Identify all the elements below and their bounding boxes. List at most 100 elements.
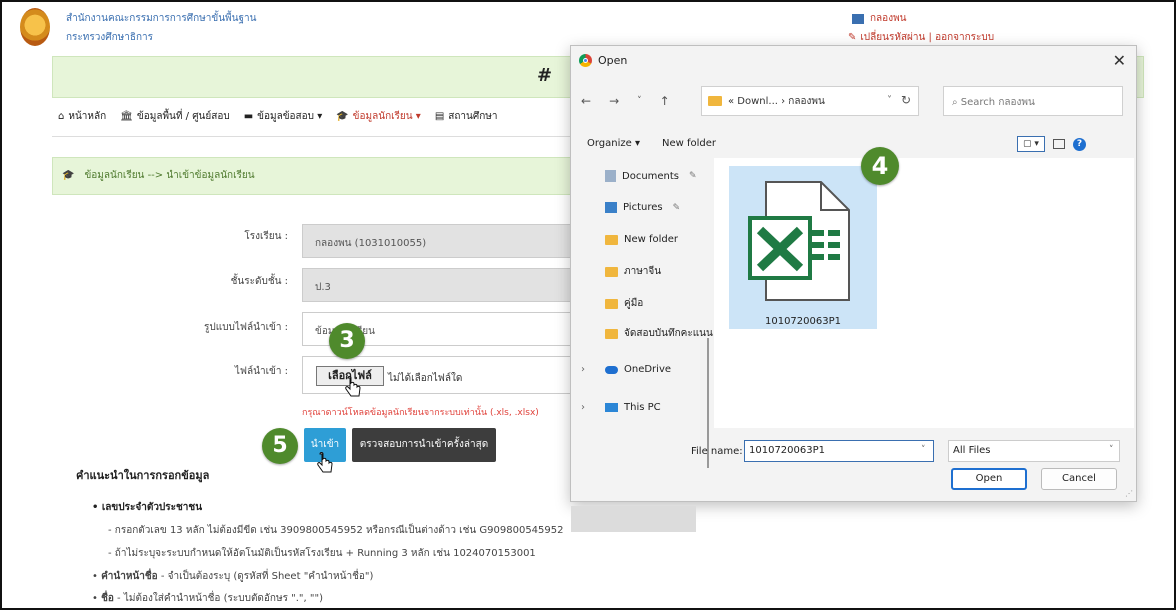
view-controls: ▢ ▾ ?	[1017, 136, 1086, 152]
file-label: ไฟล์นำเข้า :	[234, 366, 288, 377]
tree-item-manual[interactable]: คู่มือ	[605, 296, 643, 311]
pin-icon: ✎	[672, 202, 681, 213]
forward-arrow-icon[interactable]: →	[609, 94, 619, 108]
nav-divider	[52, 136, 572, 137]
organize-menu[interactable]: Organize ▾	[587, 138, 640, 149]
note-bullet-2: • คำนำหน้าชื่อ - จำเป็นต้องระบุ (ดูรหัสท…	[92, 571, 374, 582]
hand-cursor-icon	[317, 452, 333, 473]
tree-item-exam-score[interactable]: จัดสอบบันทึกคะแนน 6	[605, 326, 722, 341]
check-last-import-button[interactable]: ตรวจสอบการนำเข้าครั้งล่าสุด	[352, 428, 496, 462]
dialog-title: Open	[598, 54, 628, 67]
ministry-logo	[20, 8, 50, 46]
tree-selection-highlight	[571, 506, 696, 532]
help-icon[interactable]: ?	[1073, 137, 1086, 151]
nav-item-students[interactable]: 🎓 ข้อมูลนักเรียน ▾	[336, 109, 421, 124]
school-field: กลองพน (1031010055)	[302, 224, 592, 258]
excel-file-icon	[748, 181, 850, 301]
dialog-titlebar: Open	[579, 54, 627, 67]
filename-label: File name:	[691, 446, 743, 457]
folder-icon	[605, 328, 618, 339]
org-name-line2: กระทรวงศึกษาธิการ	[66, 32, 154, 43]
dialog-toolbar: Organize ▾ New folder	[587, 138, 716, 149]
chrome-icon	[579, 54, 592, 67]
address-bar[interactable]: « Downl... › กลองพน ˅ ↻	[701, 86, 919, 116]
chevron-down-icon[interactable]: ˅	[887, 95, 892, 106]
no-file-text: ไม่ได้เลือกไฟล์ใด	[388, 373, 463, 384]
computer-icon	[605, 403, 618, 412]
tree-item-new-folder[interactable]: New folder	[605, 234, 678, 245]
hand-cursor-icon	[345, 376, 361, 397]
step-4-badge: 4	[861, 147, 899, 185]
note-bullet-1: • เลขประจำตัวประชาชน	[92, 502, 203, 513]
open-file-dialog: Open ✕ ← → ˅ ↑ « Downl... › กลองพน ˅ ↻ ⌕…	[570, 45, 1137, 532]
notes-title: คำแนะนำในการกรอกข้อมูล	[76, 469, 210, 482]
back-arrow-icon[interactable]: ←	[581, 94, 591, 108]
user-card-icon	[852, 13, 864, 24]
main-nav: ⌂ หน้าหลัก 🏛 ข้อมูลพื้นที่ / ศูนย์สอบ ▬ ข้อ…	[58, 109, 497, 124]
address-text: « Downl... › กลองพน	[728, 95, 825, 107]
user-name[interactable]: กลองพน	[870, 11, 907, 26]
cancel-button[interactable]: Cancel	[1041, 468, 1117, 490]
pictures-icon	[605, 202, 617, 213]
home-icon: ⌂	[58, 111, 65, 122]
file-list-pane: 1010720063P1	[714, 158, 1134, 428]
chevron-down-icon[interactable]: ˅	[921, 445, 926, 455]
file-tile-name: 1010720063P1	[764, 316, 841, 327]
nav-item-exam[interactable]: ▬ ข้อมูลข้อสอบ ▾	[244, 109, 323, 124]
page-title: #	[537, 65, 553, 86]
open-button[interactable]: Open	[951, 468, 1027, 490]
user-links-text[interactable]: เปลี่ยนรหัสผ่าน | ออกจากระบบ	[860, 30, 994, 45]
user-links: ✎ เปลี่ยนรหัสผ่าน | ออกจากระบบ	[848, 30, 994, 45]
nav-item-schools[interactable]: ▤ สถานศึกษา	[435, 109, 498, 124]
tree-item-documents[interactable]: Documents ✎	[605, 170, 697, 182]
step-5-badge: 5	[262, 428, 298, 464]
breadcrumb: 🎓 ข้อมูลนักเรียน --> นำเข้าข้อมูลนักเรีย…	[62, 168, 255, 183]
chevron-right-icon[interactable]: ›	[581, 364, 585, 375]
cloud-icon	[605, 365, 618, 374]
search-input[interactable]: ⌕ Search กลองพน	[943, 86, 1123, 116]
new-folder-button[interactable]: New folder	[662, 138, 716, 149]
chevron-down-icon[interactable]: ˅	[637, 96, 642, 106]
folder-tree: Documents ✎ Pictures ✎ New folder ภาษาจีน …	[571, 158, 722, 532]
nav-item-area[interactable]: 🏛 ข้อมูลพื้นที่ / ศูนย์สอบ	[120, 109, 230, 124]
nav-item-home[interactable]: ⌂ หน้าหลัก	[58, 109, 106, 124]
step-3-badge: 3	[329, 323, 365, 359]
up-arrow-icon[interactable]: ↑	[660, 94, 670, 108]
chevron-right-icon[interactable]: ›	[581, 402, 585, 413]
documents-icon	[605, 170, 616, 182]
tree-item-chinese[interactable]: ภาษาจีน	[605, 264, 661, 279]
graduation-cap-icon: 🎓	[62, 170, 75, 181]
grade-field: ป.3	[302, 268, 592, 302]
tree-item-onedrive[interactable]: OneDrive	[605, 364, 671, 375]
chevron-down-icon[interactable]: ˅	[1109, 445, 1114, 455]
close-icon[interactable]: ✕	[1113, 51, 1126, 70]
refresh-icon[interactable]: ↻	[901, 93, 911, 107]
file-hint: กรุณาดาวน์โหลดข้อมูลนักเรียนจากระบบเท่าน…	[302, 408, 539, 418]
report-icon: ▤	[434, 111, 445, 122]
edit-icon: ✎	[848, 32, 857, 43]
folder-icon	[605, 234, 618, 245]
folder-icon	[708, 96, 722, 106]
school-label: โรงเรียน :	[244, 231, 288, 242]
screen: สำนักงานคณะกรรมการการศึกษาขั้นพื้นฐาน กร…	[0, 0, 1176, 610]
preview-pane-icon[interactable]	[1053, 139, 1065, 149]
format-label: รูปแบบไฟล์นำเข้า :	[204, 322, 288, 333]
breadcrumb-text: ข้อมูลนักเรียน --> นำเข้าข้อมูลนักเรียน	[84, 170, 255, 181]
tree-item-pictures[interactable]: Pictures ✎	[605, 202, 680, 213]
pin-icon: ✎	[689, 171, 697, 181]
file-type-select[interactable]: All Files	[948, 440, 1120, 462]
filename-input[interactable]: 1010720063P1	[744, 440, 934, 462]
folder-icon	[605, 298, 618, 309]
graduation-cap-icon: 🎓	[336, 111, 349, 122]
dialog-nav-buttons: ← → ˅ ↑	[581, 94, 670, 108]
user-info: กลองพน	[852, 11, 907, 26]
view-mode-icon[interactable]: ▢ ▾	[1017, 136, 1045, 152]
note-line: - กรอกตัวเลข 13 หลัก ไม่ต้องมีขีด เช่น 3…	[108, 525, 564, 536]
note-line: - ถ้าไม่ระบุจะระบบกำหนดให้อัตโนมัติเป็นร…	[108, 548, 536, 559]
briefcase-icon: ▬	[243, 111, 254, 122]
resize-grip-icon[interactable]: ⋰	[1125, 489, 1133, 498]
grade-label: ชั้นระดับชั้น :	[230, 276, 288, 287]
org-name-line1: สำนักงานคณะกรรมการการศึกษาขั้นพื้นฐาน	[66, 13, 257, 24]
note-bullet-3: • ชื่อ - ไม่ต้องใส่คำนำหน้าชื่อ (ระบบตัด…	[92, 593, 323, 604]
tree-item-this-pc[interactable]: This PC	[605, 402, 661, 413]
